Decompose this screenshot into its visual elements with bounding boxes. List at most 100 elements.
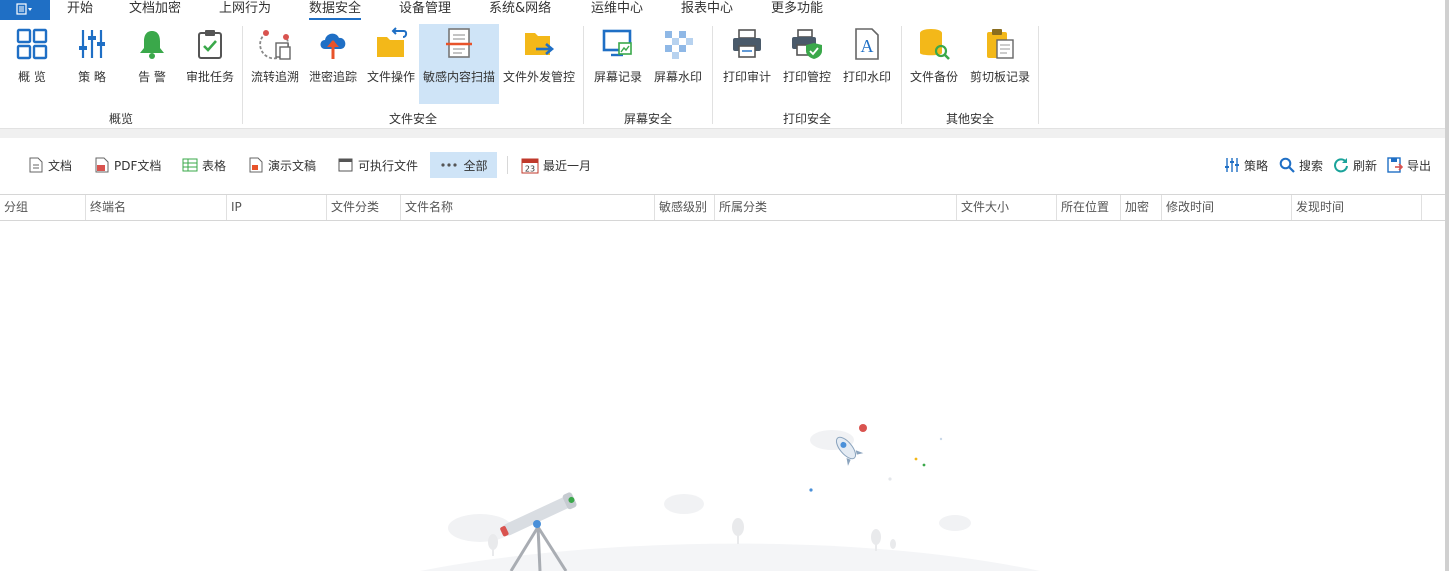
tab-document-encryption[interactable]: 文档加密 [129, 0, 181, 20]
trace-flow-button[interactable]: 流转追溯 [250, 24, 300, 104]
date-range-button[interactable]: 23 最近一月 [517, 152, 595, 178]
print-control-label: 打印管控 [782, 70, 831, 84]
filter-pdf-button[interactable]: PDF文档 [90, 152, 165, 178]
approval-clipboard-icon [192, 26, 228, 62]
app-menu-icon [16, 2, 34, 18]
refresh-icon [1333, 157, 1349, 173]
refresh-button[interactable]: 刷新 [1329, 152, 1381, 178]
column-header-modified-time[interactable]: 修改时间 [1162, 195, 1292, 220]
column-header-file-size[interactable]: 文件大小 [957, 195, 1057, 220]
filter-presentation-button[interactable]: 演示文稿 [244, 152, 320, 178]
leak-upload-icon [315, 26, 351, 62]
print-watermark-button[interactable]: A 打印水印 [841, 24, 893, 104]
search-button[interactable]: 搜索 [1275, 152, 1327, 178]
clipboard-record-button[interactable]: 剪切板记录 [968, 24, 1032, 104]
column-header-discovered-time[interactable]: 发现时间 [1292, 195, 1422, 220]
filter-spreadsheet-button[interactable]: 表格 [178, 152, 230, 178]
date-range-label: 最近一月 [543, 158, 592, 173]
table-header: 分组 终端名 IP 文件分类 文件名称 敏感级别 所属分类 文件大小 所在位置 … [0, 194, 1449, 221]
screen-watermark-button[interactable]: 屏幕水印 [652, 24, 704, 104]
column-header-group[interactable]: 分组 [0, 195, 86, 220]
ribbon-divider [0, 128, 1449, 138]
tab-more-features[interactable]: 更多功能 [771, 0, 823, 20]
app-menu-button[interactable] [0, 0, 50, 20]
filter-all-button[interactable]: 全部 [430, 152, 497, 178]
file-outgoing-control-button[interactable]: 文件外发管控 [502, 24, 576, 104]
pdf-icon [94, 157, 110, 173]
sensitive-content-scan-button[interactable]: 敏感内容扫描 [419, 24, 499, 104]
column-header-file-name[interactable]: 文件名称 [401, 195, 655, 220]
print-audit-label: 打印审计 [722, 70, 771, 84]
overview-label: 概 览 [18, 70, 46, 84]
search-icon [1279, 157, 1295, 173]
ribbon: 概 览 策 略 告 警 审批任务 概览 流转追溯 泄密追踪 文件操作 敏感内容扫… [0, 20, 1449, 128]
file-backup-button[interactable]: 文件备份 [908, 24, 960, 104]
sensitive-scan-icon [441, 26, 477, 62]
file-outgoing-folder-icon [521, 26, 557, 62]
group-separator [1038, 26, 1039, 124]
group-label-screen-security: 屏幕安全 [623, 112, 672, 126]
leak-trace-label: 泄密追踪 [308, 70, 357, 84]
alarm-bell-icon [134, 26, 170, 62]
screen-record-icon [600, 26, 636, 62]
print-control-button[interactable]: 打印管控 [781, 24, 833, 104]
trace-flow-icon [257, 26, 293, 62]
filter-document-label: 文档 [48, 158, 73, 173]
file-operation-label: 文件操作 [366, 70, 415, 84]
filter-document-button[interactable]: 文档 [24, 152, 76, 178]
column-header-terminal-name[interactable]: 终端名 [86, 195, 227, 220]
export-label: 导出 [1407, 158, 1432, 173]
table-body-empty [0, 221, 1449, 571]
column-header-ip[interactable]: IP [227, 195, 327, 220]
filter-executable-button[interactable]: 可执行文件 [334, 152, 422, 178]
approval-task-label: 审批任务 [185, 70, 234, 84]
column-header-encrypted[interactable]: 加密 [1121, 195, 1162, 220]
policy-action-label: 策略 [1244, 158, 1269, 173]
presentation-icon [248, 157, 264, 173]
screen-record-button[interactable]: 屏幕记录 [592, 24, 644, 104]
printer-shield-icon [789, 26, 825, 62]
export-button[interactable]: 导出 [1383, 152, 1435, 178]
export-icon [1387, 157, 1403, 173]
tab-internet-behavior[interactable]: 上网行为 [219, 0, 271, 20]
print-watermark-icon: A [849, 26, 885, 62]
filter-pdf-label: PDF文档 [114, 158, 162, 173]
screen-watermark-icon [660, 26, 696, 62]
column-header-classification[interactable]: 所属分类 [715, 195, 957, 220]
refresh-label: 刷新 [1353, 158, 1378, 173]
group-label-overview: 概览 [108, 112, 133, 126]
print-audit-button[interactable]: 打印审计 [721, 24, 773, 104]
tab-ops-center[interactable]: 运维中心 [591, 0, 643, 20]
filter-toolbar: 文档 PDF文档 表格 演示文稿 可执行文件 全部 23 最近一月 策略 搜索 … [0, 138, 1449, 193]
clipboard-record-icon [982, 26, 1018, 62]
screen-watermark-label: 屏幕水印 [653, 70, 702, 84]
file-operation-button[interactable]: 文件操作 [366, 24, 416, 104]
overview-button[interactable]: 概 览 [8, 24, 56, 104]
clipboard-record-label: 剪切板记录 [969, 70, 1030, 84]
filter-presentation-label: 演示文稿 [268, 158, 317, 173]
policy-label: 策 略 [78, 70, 106, 84]
policy-button[interactable]: 策 略 [68, 24, 116, 104]
column-header-sensitivity-level[interactable]: 敏感级别 [655, 195, 715, 220]
sensitive-content-scan-label: 敏感内容扫描 [422, 70, 495, 84]
overview-grid-icon [14, 26, 50, 62]
approval-task-button[interactable]: 审批任务 [184, 24, 236, 104]
alarm-button[interactable]: 告 警 [128, 24, 176, 104]
tab-system-network[interactable]: 系统&网络 [489, 0, 551, 20]
trace-flow-label: 流转追溯 [250, 70, 299, 84]
alarm-label: 告 警 [138, 70, 166, 84]
filter-separator [507, 156, 508, 174]
filter-executable-label: 可执行文件 [358, 158, 419, 173]
tab-report-center[interactable]: 报表中心 [681, 0, 733, 20]
file-operation-folder-icon [373, 26, 409, 62]
tab-device-management[interactable]: 设备管理 [399, 0, 451, 20]
file-backup-label: 文件备份 [909, 70, 958, 84]
tab-data-security[interactable]: 数据安全 [309, 0, 362, 20]
column-header-file-category[interactable]: 文件分类 [327, 195, 401, 220]
leak-trace-button[interactable]: 泄密追踪 [308, 24, 358, 104]
more-dots-icon [439, 157, 459, 173]
column-header-location[interactable]: 所在位置 [1057, 195, 1121, 220]
policy-action-button[interactable]: 策略 [1220, 152, 1272, 178]
spreadsheet-icon [182, 157, 198, 173]
tab-start[interactable]: 开始 [67, 0, 93, 20]
